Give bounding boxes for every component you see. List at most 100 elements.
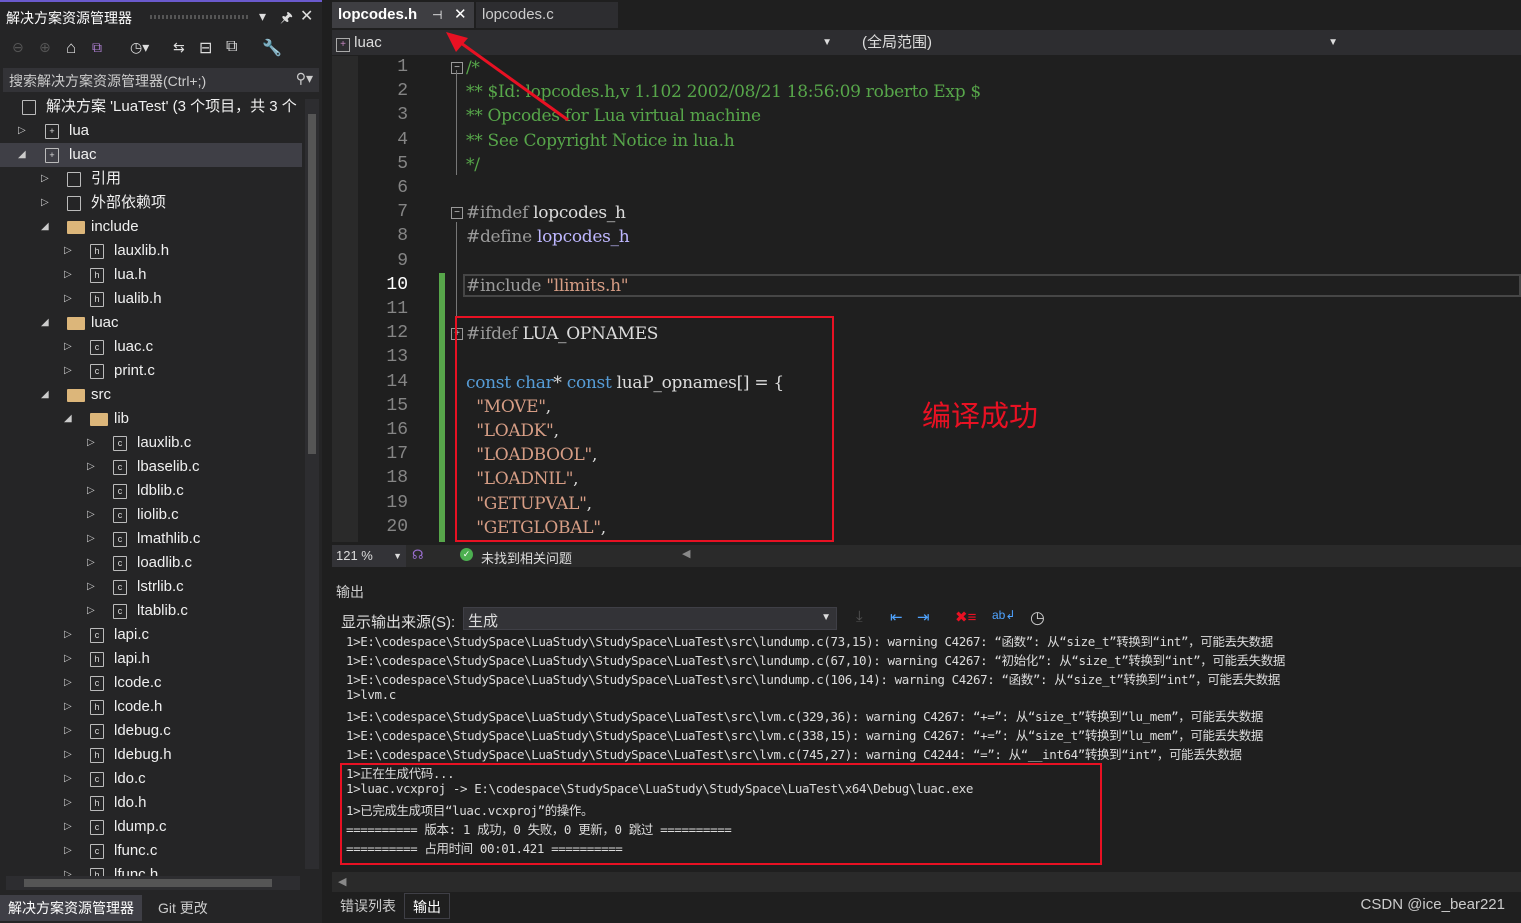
fold-toggle-icon[interactable]: − [451,207,463,220]
next-message-icon[interactable]: ⇥ [917,608,930,626]
collapsed-arrow-icon[interactable]: ▷ [87,551,95,575]
tree-item[interactable]: 解决方案 'LuaTest' (3 个项目，共 3 个 [0,95,302,119]
collapsed-arrow-icon[interactable]: ▷ [64,767,72,791]
tree-item[interactable]: ▷ c ldblib.c [0,479,302,503]
tree-item[interactable]: ▷ c ldump.c [0,815,302,839]
tree-item[interactable]: ▷ 引用 [0,167,302,191]
collapsed-arrow-icon[interactable]: ▷ [87,431,95,455]
scroll-left-icon[interactable]: ◀ [682,547,690,560]
intellicode-icon[interactable]: ☊ [412,547,424,563]
tree-item[interactable]: ◢ + luac [0,143,302,167]
collapsed-arrow-icon[interactable]: ▷ [18,119,26,143]
pin-icon[interactable]: 🖈 [280,7,293,31]
scope-selector[interactable]: (全局范围) ▼ [862,32,1342,53]
tree-item[interactable]: ◢ lib [0,407,302,431]
collapsed-arrow-icon[interactable]: ▷ [64,239,72,263]
collapsed-arrow-icon[interactable]: ▷ [87,503,95,527]
expanded-arrow-icon[interactable]: ◢ [41,215,49,239]
search-input[interactable]: 搜索解决方案资源管理器(Ctrl+;) ⚲▾ [3,68,319,92]
tree-item[interactable]: ▷ c lstrlib.c [0,575,302,599]
horizontal-scrollbar-thumb[interactable] [24,879,272,887]
collapsed-arrow-icon[interactable]: ▷ [87,479,95,503]
tab-output[interactable]: 输出 [404,893,450,919]
tab-git-changes[interactable]: Git 更改 [150,895,216,921]
collapsed-arrow-icon[interactable]: ▷ [41,167,49,191]
tree-item[interactable]: ◢ luac [0,311,302,335]
search-icon[interactable]: ⚲▾ [296,70,313,87]
tree-item[interactable]: ▷ c print.c [0,359,302,383]
collapsed-arrow-icon[interactable]: ▷ [64,695,72,719]
go-to-location-icon[interactable]: ⤓ [856,608,863,625]
collapsed-arrow-icon[interactable]: ▷ [64,791,72,815]
pin-icon[interactable]: ⊣ [432,2,442,28]
scroll-left-icon[interactable]: ◀ [338,875,346,888]
tree-item[interactable]: ▷ h ldo.h [0,791,302,815]
sync-icon[interactable]: ⇆ [173,39,185,56]
collapsed-arrow-icon[interactable]: ▷ [64,743,72,767]
tree-item[interactable]: ▷ c lmathlib.c [0,527,302,551]
word-wrap-icon[interactable]: ab↲ [992,608,1015,622]
expanded-arrow-icon[interactable]: ◢ [41,383,49,407]
tree-item[interactable]: ▷ c lfunc.c [0,839,302,863]
output-source-select[interactable]: 生成 ▼ [463,607,837,630]
output-horizontal-scrollbar[interactable]: ◀ [332,872,1521,892]
clear-all-icon[interactable]: ✖≡ [955,608,976,626]
tree-item[interactable]: ◢ src [0,383,302,407]
switch-view-icon[interactable]: ⧉ [92,39,102,56]
back-icon[interactable]: ⊖ [12,39,24,56]
code-line[interactable]: #define lopcodes_h [466,227,630,247]
previous-message-icon[interactable]: ⇤ [890,608,903,626]
collapsed-arrow-icon[interactable]: ▷ [87,455,95,479]
collapsed-arrow-icon[interactable]: ▷ [64,671,72,695]
tree-item[interactable]: ▷ h lauxlib.h [0,239,302,263]
collapsed-arrow-icon[interactable]: ▷ [64,287,72,311]
show-all-files-icon[interactable]: ⧉ [226,38,237,56]
tree-item[interactable]: ▷ c liolib.c [0,503,302,527]
collapsed-arrow-icon[interactable]: ▷ [64,359,72,383]
collapsed-arrow-icon[interactable]: ▷ [64,623,72,647]
tree-item[interactable]: ▷ c luac.c [0,335,302,359]
collapsed-arrow-icon[interactable]: ▷ [41,191,49,215]
collapsed-arrow-icon[interactable]: ▷ [64,839,72,863]
tree-item[interactable]: ▷ 外部依赖项 [0,191,302,215]
issues-status[interactable]: 未找到相关问题 [481,548,572,567]
collapsed-arrow-icon[interactable]: ▷ [64,719,72,743]
code-line[interactable]: */ [466,155,480,175]
tab-solution-explorer[interactable]: 解决方案资源管理器 [0,895,142,921]
collapsed-arrow-icon[interactable]: ▷ [87,527,95,551]
tree-item[interactable]: ▷ c loadlib.c [0,551,302,575]
tree-item[interactable]: ▷ h ldebug.h [0,743,302,767]
tree-item[interactable]: ▷ c ldo.c [0,767,302,791]
close-tab-icon[interactable]: ✕ [454,2,467,28]
forward-icon[interactable]: ⊕ [39,39,51,56]
close-icon[interactable]: ✕ [300,6,313,26]
project-selector[interactable]: + luac ▼ [336,32,836,53]
tree-item[interactable]: ▷ c lcode.c [0,671,302,695]
pending-changes-filter-icon[interactable]: ◷▾ [130,39,149,56]
tree-item[interactable]: ▷ h lua.h [0,263,302,287]
tree-item[interactable]: ◢ include [0,215,302,239]
code-line[interactable]: ** See Copyright Notice in lua.h [466,131,735,151]
expanded-arrow-icon[interactable]: ◢ [64,407,72,431]
tree-item[interactable]: ▷ + lua [0,119,302,143]
zoom-selector[interactable]: 121 % ▼ [332,545,406,567]
tree-item[interactable]: ▷ c lauxlib.c [0,431,302,455]
tab-error-list[interactable]: 错误列表 [332,893,404,919]
collapsed-arrow-icon[interactable]: ▷ [64,815,72,839]
collapsed-arrow-icon[interactable]: ▷ [64,647,72,671]
collapsed-arrow-icon[interactable]: ▷ [87,599,95,623]
tree-item[interactable]: ▷ h lapi.h [0,647,302,671]
collapse-all-icon[interactable]: ⊟ [199,38,212,58]
collapsed-arrow-icon[interactable]: ▷ [87,575,95,599]
clock-icon[interactable]: ◷ [1030,608,1045,628]
dropdown-icon[interactable]: ▾ [259,8,266,25]
expanded-arrow-icon[interactable]: ◢ [18,143,26,167]
scrollbar-thumb[interactable] [308,114,316,454]
properties-wrench-icon[interactable]: 🔧 [262,38,282,58]
tree-item[interactable]: ▷ h lualib.h [0,287,302,311]
tree-item[interactable]: ▷ c lbaselib.c [0,455,302,479]
tree-item[interactable]: ▷ c ldebug.c [0,719,302,743]
tree-item[interactable]: ▷ c lapi.c [0,623,302,647]
code-line[interactable]: #ifndef lopcodes_h [466,203,626,223]
collapsed-arrow-icon[interactable]: ▷ [64,335,72,359]
